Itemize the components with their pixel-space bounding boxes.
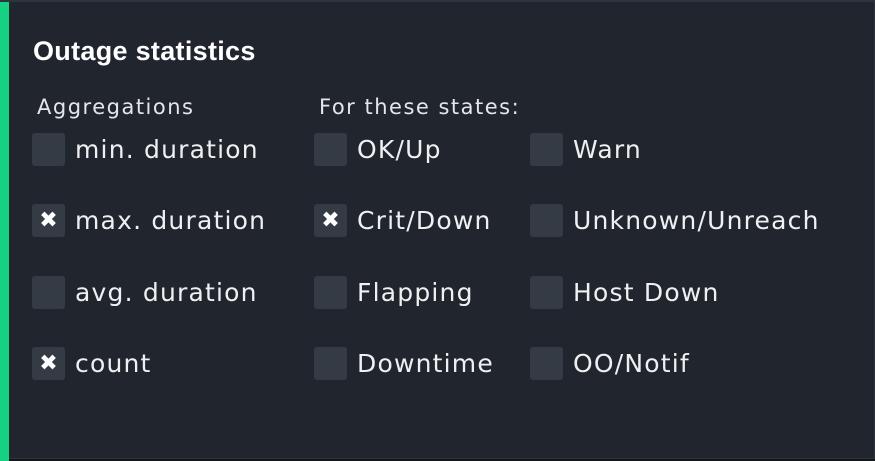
checkbox-label: Host Down <box>573 278 720 307</box>
checkbox-label: min. duration <box>75 135 259 164</box>
outage-statistics-panel: Outage statistics Aggregations For these… <box>0 0 875 461</box>
panel-title: Outage statistics <box>33 36 256 66</box>
checkbox-host-down[interactable]: Host Down <box>530 276 720 309</box>
checkbox-label: max. duration <box>75 206 267 235</box>
checkbox-box[interactable]: ✖ <box>314 204 347 237</box>
checkbox-downtime[interactable]: Downtime <box>314 347 494 380</box>
x-mark-icon: ✖ <box>39 207 58 233</box>
checkbox-label: OO/Notif <box>573 349 690 378</box>
checkbox-label: avg. duration <box>75 278 258 307</box>
checkbox-crit-down[interactable]: ✖ Crit/Down <box>314 204 492 237</box>
checkbox-box[interactable] <box>314 276 347 309</box>
checkbox-flapping[interactable]: Flapping <box>314 276 474 309</box>
checkbox-label: Unknown/Unreach <box>573 206 820 235</box>
checkbox-label: count <box>75 349 152 378</box>
checkbox-label: Warn <box>573 135 642 164</box>
checkbox-label: Downtime <box>357 349 494 378</box>
checkbox-box[interactable] <box>314 133 347 166</box>
checkbox-label: Crit/Down <box>357 206 492 235</box>
checkbox-box[interactable]: ✖ <box>32 347 65 380</box>
checkbox-ok-up[interactable]: OK/Up <box>314 133 442 166</box>
accent-bar <box>0 2 9 461</box>
checkbox-box[interactable]: ✖ <box>32 204 65 237</box>
checkbox-box[interactable] <box>530 133 563 166</box>
x-mark-icon: ✖ <box>321 207 340 233</box>
checkbox-box[interactable] <box>32 276 65 309</box>
checkbox-unknown-unreach[interactable]: Unknown/Unreach <box>530 204 820 237</box>
checkbox-label: OK/Up <box>357 135 442 164</box>
states-label: For these states: <box>319 95 521 119</box>
aggregations-label: Aggregations <box>37 95 195 119</box>
checkbox-avg-duration[interactable]: avg. duration <box>32 276 258 309</box>
checkbox-count[interactable]: ✖ count <box>32 347 152 380</box>
checkbox-box[interactable] <box>530 276 563 309</box>
checkbox-box[interactable] <box>530 347 563 380</box>
checkbox-box[interactable] <box>314 347 347 380</box>
checkbox-min-duration[interactable]: min. duration <box>32 133 259 166</box>
checkbox-box[interactable] <box>32 133 65 166</box>
checkbox-max-duration[interactable]: ✖ max. duration <box>32 204 266 237</box>
checkbox-warn[interactable]: Warn <box>530 133 642 166</box>
checkbox-oo-notif[interactable]: OO/Notif <box>530 347 690 380</box>
checkbox-label: Flapping <box>357 278 474 307</box>
checkbox-box[interactable] <box>530 204 563 237</box>
x-mark-icon: ✖ <box>39 350 58 376</box>
